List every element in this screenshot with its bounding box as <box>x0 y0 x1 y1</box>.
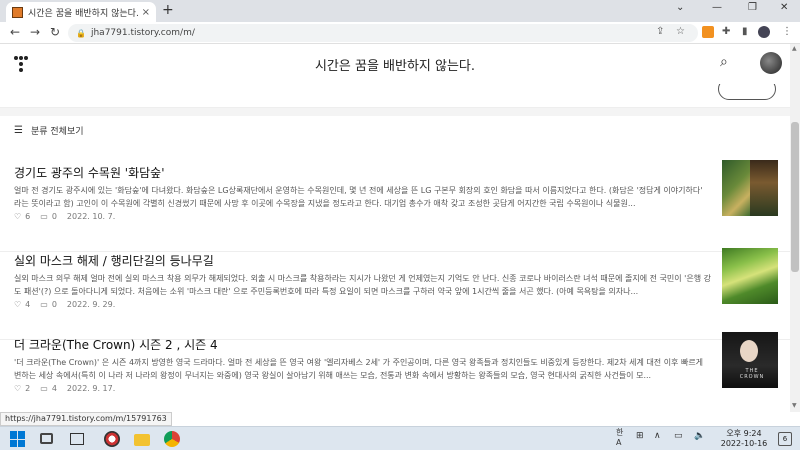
side-panel-icon[interactable]: ▮ <box>742 26 748 37</box>
search-app-icon[interactable] <box>104 431 120 447</box>
list-item[interactable]: 더 크라운(The Crown) 시즌 2 , 시즌 4 '더 크라운(The … <box>0 332 790 412</box>
extension-icon[interactable] <box>702 26 714 38</box>
page-scrollbar[interactable]: ▲ ▼ <box>790 44 800 412</box>
tab-title: 시간은 꿈을 배반하지 않는다. <box>28 8 138 19</box>
minimize-button[interactable]: — <box>712 2 722 13</box>
avatar[interactable] <box>760 52 782 74</box>
post-thumbnail[interactable] <box>722 160 778 216</box>
url-text: jha7791.tistory.com/m/ <box>90 28 195 38</box>
post-thumbnail[interactable] <box>722 248 778 304</box>
clock-time: 오후 9:24 <box>726 429 762 438</box>
comment-count: 0 <box>51 212 57 221</box>
post-excerpt: '더 크라운(The Crown)' 은 시즌 4까지 방영한 영국 드라마다.… <box>14 358 704 380</box>
list-item[interactable]: 경기도 광주의 수목원 '화담숲' 얼마 전 경기도 광주시에 있는 '화담숲'… <box>0 160 790 252</box>
blog-header: 시간은 꿈을 배반하지 않는다. ⌕ <box>0 44 790 84</box>
heart-icon[interactable]: ♡ <box>14 212 21 221</box>
bookmark-star-icon[interactable]: ☆ <box>676 26 685 37</box>
profile-avatar-icon[interactable] <box>758 26 770 38</box>
reload-icon[interactable]: ↻ <box>50 25 60 39</box>
tray-overflow-icon[interactable]: ∧ <box>654 431 661 441</box>
extensions-puzzle-icon[interactable]: ✚ <box>722 26 730 37</box>
forward-arrow-icon[interactable]: → <box>30 25 40 39</box>
post-date: 2022. 10. 7. <box>66 212 116 221</box>
post-title[interactable]: 실외 마스크 해제 / 행리단길의 등나무길 <box>14 252 214 269</box>
blog-title[interactable]: 시간은 꿈을 배반하지 않는다. <box>0 55 790 74</box>
notification-center-icon[interactable]: 6 <box>778 432 792 446</box>
list-item[interactable]: 실외 마스크 해제 / 행리단길의 등나무길 실외 마스크 의무 해제 얼마 전… <box>0 248 790 340</box>
volume-icon[interactable]: 🔈 <box>694 431 705 441</box>
post-meta: ♡ 6 ▭ 0 2022. 10. 7. <box>14 212 119 221</box>
post-date: 2022. 9. 17. <box>66 384 116 393</box>
post-excerpt: 얼마 전 경기도 광주시에 있는 '화담숲'에 다녀왔다. 화담숲은 LG상록재… <box>14 186 703 208</box>
like-count: 2 <box>25 384 31 393</box>
windows-start-icon[interactable] <box>10 431 26 447</box>
share-icon[interactable]: ⇪ <box>656 26 664 37</box>
comment-icon[interactable]: ▭ <box>40 212 48 221</box>
tray-menu-icon[interactable]: ⊞ <box>636 431 644 441</box>
close-window-button[interactable]: ✕ <box>780 2 788 13</box>
lock-icon: 🔒 <box>76 28 86 38</box>
category-header[interactable]: ☰ 분류 전체보기 <box>14 124 84 137</box>
site-favicon-icon <box>12 6 23 18</box>
list-icon: ☰ <box>14 125 23 136</box>
post-meta: ♡ 4 ▭ 0 2022. 9. 29. <box>14 300 119 309</box>
ime-mode-indicator[interactable]: 한 <box>616 427 623 438</box>
post-excerpt: 실외 마스크 의무 해제 얼마 전에 실외 마스크 착용 의무가 해제되었다. … <box>14 274 711 296</box>
chrome-icon[interactable] <box>164 431 180 447</box>
heart-icon[interactable]: ♡ <box>14 384 21 393</box>
restore-button[interactable]: ❐ <box>748 2 757 13</box>
comment-count: 0 <box>51 300 57 309</box>
back-arrow-icon[interactable]: ← <box>10 25 20 39</box>
network-icon[interactable]: ▭ <box>674 431 683 441</box>
scroll-up-icon[interactable]: ▲ <box>792 45 797 52</box>
post-date: 2022. 9. 29. <box>66 300 116 309</box>
category-label: 분류 전체보기 <box>30 127 84 137</box>
search-icon[interactable]: ⌕ <box>720 54 728 70</box>
like-count: 4 <box>25 300 31 309</box>
desktop-app-icon[interactable] <box>70 433 84 445</box>
task-view-icon[interactable] <box>40 433 53 444</box>
tab-search-icon[interactable]: ⌄ <box>676 2 684 13</box>
scroll-down-icon[interactable]: ▼ <box>792 402 797 409</box>
address-bar[interactable]: 🔒 jha7791.tistory.com/m/ <box>68 24 698 42</box>
scrollbar-thumb[interactable] <box>791 122 799 272</box>
ime-lang-indicator[interactable]: A <box>616 438 621 447</box>
thumbnail-caption: THE CROWN <box>739 368 765 380</box>
divider <box>0 108 790 116</box>
taskbar-clock[interactable]: 오후 9:24 2022-10-16 <box>714 429 774 449</box>
like-count: 6 <box>25 212 31 221</box>
comment-icon[interactable]: ▭ <box>40 384 48 393</box>
comment-icon[interactable]: ▭ <box>40 300 48 309</box>
profile-strip <box>0 84 790 108</box>
file-explorer-icon[interactable] <box>134 434 150 446</box>
post-title[interactable]: 더 크라운(The Crown) 시즌 2 , 시즌 4 <box>14 336 218 353</box>
tab-close-icon[interactable]: × <box>142 7 150 18</box>
browser-tab-strip: 시간은 꿈을 배반하지 않는다. × + ⌄ — ❐ ✕ <box>0 0 800 22</box>
clock-date: 2022-10-16 <box>720 439 768 448</box>
post-list-area: ☰ 분류 전체보기 경기도 광주의 수목원 '화담숲' 얼마 전 경기도 광주시… <box>0 84 790 412</box>
browser-toolbar: ← → ↻ 🔒 jha7791.tistory.com/m/ ⇪ ☆ ✚ ▮ ⋮ <box>0 22 800 44</box>
browser-tab[interactable]: 시간은 꿈을 배반하지 않는다. × <box>6 2 156 22</box>
status-url-tooltip: https://jha7791.tistory.com/m/15791763 <box>0 412 172 426</box>
new-tab-button[interactable]: + <box>162 2 174 18</box>
heart-icon[interactable]: ♡ <box>14 300 21 309</box>
post-title[interactable]: 경기도 광주의 수목원 '화담숲' <box>14 164 165 181</box>
post-meta: ♡ 2 ▭ 4 2022. 9. 17. <box>14 384 119 393</box>
windows-taskbar: 한 A ⊞ ∧ ▭ 🔈 오후 9:24 2022-10-16 6 <box>0 426 800 450</box>
post-thumbnail[interactable]: THE CROWN <box>722 332 778 388</box>
browser-menu-icon[interactable]: ⋮ <box>782 26 792 37</box>
subscribe-button[interactable] <box>718 84 776 100</box>
comment-count: 4 <box>51 384 57 393</box>
